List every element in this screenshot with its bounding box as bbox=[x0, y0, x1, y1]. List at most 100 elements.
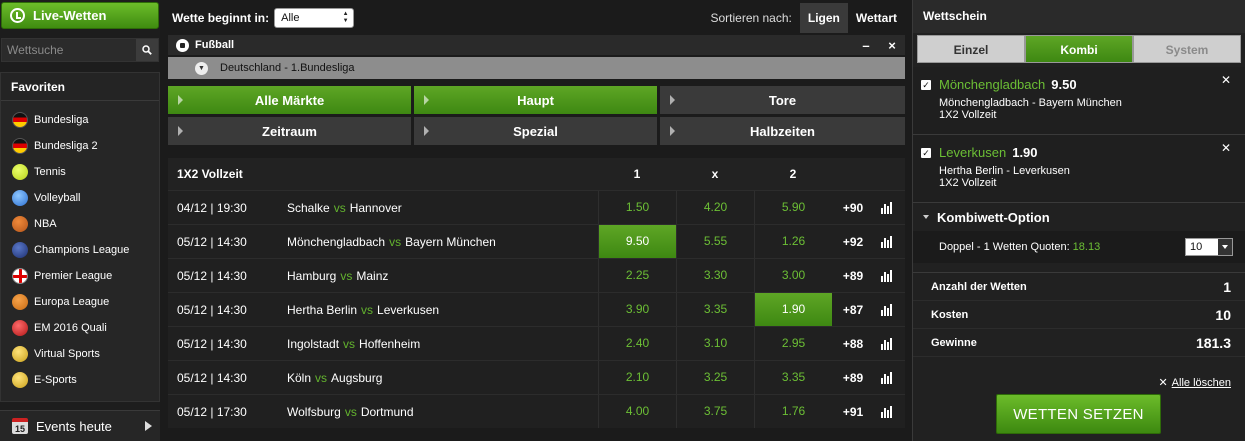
tab-combi[interactable]: Kombi bbox=[1025, 35, 1133, 63]
events-today-button[interactable]: 15 Events heute bbox=[0, 410, 160, 441]
live-bets-button[interactable]: Live-Wetten bbox=[1, 2, 159, 29]
match-name[interactable]: Köln vs Augsburg bbox=[269, 371, 598, 385]
match-name[interactable]: Mönchengladbach vs Bayern München bbox=[269, 235, 598, 249]
odd-button[interactable]: 3.10 bbox=[676, 327, 754, 360]
place-bets-button[interactable]: WETTEN SETZEN bbox=[996, 394, 1161, 434]
league-header[interactable]: ▼ Deutschland - 1.Bundesliga bbox=[168, 57, 905, 79]
odd-button[interactable]: 2.40 bbox=[598, 327, 676, 360]
stats-icon[interactable] bbox=[868, 201, 904, 214]
odd-button[interactable]: 4.20 bbox=[676, 191, 754, 224]
match-name[interactable]: Ingolstadt vs Hoffenheim bbox=[269, 337, 598, 351]
favorite-item-europa-league[interactable]: Europa League bbox=[1, 289, 159, 315]
stats-icon[interactable] bbox=[868, 235, 904, 248]
favorite-item-bundesliga-2[interactable]: Bundesliga 2 bbox=[1, 133, 159, 159]
combi-option-toggle[interactable]: Kombiwett-Option bbox=[913, 203, 1245, 231]
summary-count: Anzahl der Wetten 1 bbox=[913, 273, 1245, 301]
favorite-label: Bundesliga bbox=[34, 114, 89, 126]
match-time: 05/12 | 14:30 bbox=[177, 370, 247, 385]
stats-icon[interactable] bbox=[868, 405, 904, 418]
search-input[interactable] bbox=[2, 39, 136, 61]
stats-icon[interactable] bbox=[868, 303, 904, 316]
more-markets-link[interactable]: +88 bbox=[832, 337, 868, 351]
odd-button[interactable]: 9.50 bbox=[598, 225, 676, 258]
search-button[interactable] bbox=[136, 39, 158, 61]
favorite-item-volleyball[interactable]: Volleyball bbox=[1, 185, 159, 211]
minimize-button[interactable]: – bbox=[853, 38, 879, 53]
more-markets-link[interactable]: +89 bbox=[832, 371, 868, 385]
stats-icon[interactable] bbox=[868, 371, 904, 384]
match-name[interactable]: Hamburg vs Mainz bbox=[269, 269, 598, 283]
more-markets-link[interactable]: +91 bbox=[832, 405, 868, 419]
table-title: 1X2 Vollzeit bbox=[177, 167, 243, 181]
vs-label: vs bbox=[389, 234, 402, 249]
favorite-item-champions-league[interactable]: Champions League bbox=[1, 237, 159, 263]
odd-button[interactable]: 3.90 bbox=[598, 293, 676, 326]
odd-button[interactable]: 1.90 bbox=[754, 293, 832, 326]
more-markets-link[interactable]: +87 bbox=[832, 303, 868, 317]
odd-button[interactable]: 3.25 bbox=[676, 361, 754, 394]
more-markets-link[interactable]: +90 bbox=[832, 201, 868, 215]
bet-odd: 1.90 bbox=[1012, 145, 1038, 160]
odd-button[interactable]: 1.76 bbox=[754, 395, 832, 428]
close-button[interactable]: × bbox=[879, 38, 905, 53]
favorite-item-bundesliga[interactable]: Bundesliga bbox=[1, 107, 159, 133]
clear-all-link[interactable]: ✕ Alle löschen bbox=[1158, 376, 1231, 389]
sort-bettype-button[interactable]: Wettart bbox=[848, 3, 905, 33]
favorite-item-virtual-sports[interactable]: Virtual Sports bbox=[1, 341, 159, 367]
table-row: 05/12 | 17:30 Wolfsburg vs Dortmund 4.00 3.75… bbox=[168, 394, 905, 428]
match-name[interactable]: Wolfsburg vs Dortmund bbox=[269, 405, 598, 419]
champions-league-icon bbox=[12, 242, 28, 258]
filter-bar: Wette beginnt in: Alle ▲ ▼ Sortieren nach… bbox=[168, 3, 905, 33]
checkbox[interactable]: ✓ bbox=[921, 148, 931, 158]
search-icon bbox=[142, 45, 152, 55]
market-tab-special[interactable]: Spezial bbox=[414, 117, 657, 145]
odd-button[interactable]: 4.00 bbox=[598, 395, 676, 428]
odd-button[interactable]: 3.35 bbox=[754, 361, 832, 394]
favorite-label: Virtual Sports bbox=[34, 348, 100, 360]
odd-button[interactable]: 1.26 bbox=[754, 225, 832, 258]
remove-bet-icon[interactable]: ✕ bbox=[1221, 141, 1231, 155]
stats-icon[interactable] bbox=[868, 337, 904, 350]
starts-select[interactable]: Alle ▲ ▼ bbox=[274, 8, 355, 28]
favorite-item-nba[interactable]: NBA bbox=[1, 211, 159, 237]
more-markets-link[interactable]: +92 bbox=[832, 235, 868, 249]
bet-team: Leverkusen bbox=[939, 145, 1007, 160]
favorite-item-tennis[interactable]: Tennis bbox=[1, 159, 159, 185]
sort-leagues-button[interactable]: Ligen bbox=[799, 3, 848, 33]
count-label: Anzahl der Wetten bbox=[931, 280, 1027, 293]
more-markets-link[interactable]: +89 bbox=[832, 269, 868, 283]
odd-button[interactable]: 3.00 bbox=[754, 259, 832, 292]
tab-single[interactable]: Einzel bbox=[917, 35, 1025, 63]
match-name[interactable]: Schalke vs Hannover bbox=[269, 201, 598, 215]
market-tab-period[interactable]: Zeitraum bbox=[168, 117, 411, 145]
market-tab-goals[interactable]: Tore bbox=[660, 86, 905, 114]
odd-button[interactable]: 5.90 bbox=[754, 191, 832, 224]
market-tab-all[interactable]: Alle Märkte bbox=[168, 86, 411, 114]
market-tab-main[interactable]: Haupt bbox=[414, 86, 657, 114]
stake-select[interactable]: 10 bbox=[1185, 238, 1233, 256]
odd-button[interactable]: 3.35 bbox=[676, 293, 754, 326]
checkbox[interactable]: ✓ bbox=[921, 80, 931, 90]
remove-bet-icon[interactable]: ✕ bbox=[1221, 73, 1231, 87]
market-tab-halftimes[interactable]: Halbzeiten bbox=[660, 117, 905, 145]
close-icon: ✕ bbox=[1158, 377, 1168, 389]
match-time: 05/12 | 14:30 bbox=[177, 268, 247, 283]
tab-system[interactable]: System bbox=[1133, 35, 1241, 63]
odd-button[interactable]: 2.95 bbox=[754, 327, 832, 360]
table-row: 04/12 | 19:30 Schalke vs Hannover 1.50 4.20 5.… bbox=[168, 190, 905, 224]
odd-button[interactable]: 2.10 bbox=[598, 361, 676, 394]
volleyball-icon bbox=[12, 190, 28, 206]
odd-button[interactable]: 1.50 bbox=[598, 191, 676, 224]
odd-button[interactable]: 3.75 bbox=[676, 395, 754, 428]
stats-icon[interactable] bbox=[868, 269, 904, 282]
match-time: 05/12 | 14:30 bbox=[177, 234, 247, 249]
match-name[interactable]: Hertha Berlin vs Leverkusen bbox=[269, 303, 598, 317]
odd-button[interactable]: 3.30 bbox=[676, 259, 754, 292]
favorite-item-e-sports[interactable]: E-Sports bbox=[1, 367, 159, 393]
odd-button[interactable]: 2.25 bbox=[598, 259, 676, 292]
favorite-item-premier-league[interactable]: Premier League bbox=[1, 263, 159, 289]
away-team: Hannover bbox=[349, 200, 402, 215]
odd-button[interactable]: 5.55 bbox=[676, 225, 754, 258]
favorite-item-em-2016-quali[interactable]: EM 2016 Quali bbox=[1, 315, 159, 341]
stake-value: 10 bbox=[1190, 241, 1203, 253]
